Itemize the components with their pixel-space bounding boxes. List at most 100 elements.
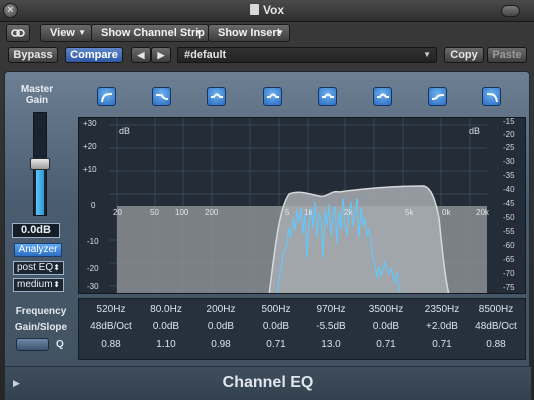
- band3-frequency-value[interactable]: 200Hz: [195, 304, 247, 315]
- q-couple-button[interactable]: [16, 338, 49, 351]
- band3-bell-button[interactable]: [207, 87, 226, 106]
- analyzer-mode-select[interactable]: post EQ ⬍: [13, 261, 64, 275]
- lowshelf-icon: [156, 94, 169, 100]
- band7-gain-slope-value[interactable]: +2.0dB: [416, 321, 468, 332]
- db-right-tick: -60: [503, 241, 515, 250]
- band1-frequency-value[interactable]: 520Hz: [85, 304, 137, 315]
- band7-frequency-value[interactable]: 2350Hz: [416, 304, 468, 315]
- bell-icon: [211, 93, 223, 98]
- band5-gain-slope-value[interactable]: -5.5dB: [305, 321, 357, 332]
- window-title-text: Vox: [262, 3, 285, 17]
- band1-gain-slope-value[interactable]: 48dB/Oct: [85, 321, 137, 332]
- db-left-tick: -20: [87, 264, 99, 273]
- band7-highshelf-button[interactable]: [428, 87, 447, 106]
- band8-q-value[interactable]: 0.88: [470, 339, 522, 350]
- db-left-tick: +10: [83, 165, 97, 174]
- band-parameters-table: 520Hz 48dB/Oct 0.88 80.0Hz 0.0dB 1.10 200Hz 0.0…: [78, 298, 526, 360]
- db-right-tick: -40: [503, 185, 515, 194]
- db-left-tick: +20: [83, 142, 97, 151]
- chevron-down-icon: ▼: [423, 50, 431, 59]
- bell-icon: [267, 93, 279, 98]
- next-preset-button[interactable]: ▶: [151, 47, 171, 63]
- band2-frequency-value[interactable]: 80.0Hz: [140, 304, 192, 315]
- band5-frequency-value[interactable]: 970Hz: [305, 304, 357, 315]
- band6-q-value[interactable]: 0.71: [360, 339, 412, 350]
- gain-slope-label: Gain/Slope: [14, 322, 68, 333]
- db-right-tick: -25: [503, 143, 515, 152]
- master-gain-label: Master Gain: [13, 84, 61, 106]
- preset-menu[interactable]: #default ▼: [177, 47, 437, 63]
- band2-gain-slope-value[interactable]: 0.0dB: [140, 321, 192, 332]
- db-right-tick: -20: [503, 130, 515, 139]
- band4-q-value[interactable]: 0.71: [250, 339, 302, 350]
- master-gain-value[interactable]: 0.0dB: [12, 223, 60, 238]
- toolbar-toggle-icon[interactable]: [501, 5, 520, 17]
- freq-tick: 1k: [304, 208, 313, 217]
- analyzer-mode-value: post EQ: [17, 262, 54, 273]
- plugin-footer: ▶ Channel EQ: [5, 366, 531, 400]
- chevron-down-icon: ▼: [78, 28, 86, 37]
- freq-tick: 0k: [442, 208, 451, 217]
- highcut-icon: [486, 93, 498, 103]
- band4-frequency-value[interactable]: 500Hz: [250, 304, 302, 315]
- band6-gain-slope-value[interactable]: 0.0dB: [360, 321, 412, 332]
- chevron-updown-icon: ⬍: [53, 263, 60, 272]
- q-label: Q: [56, 339, 64, 350]
- freq-tick: 2k: [344, 208, 353, 217]
- band6-bell-button[interactable]: [373, 87, 392, 106]
- document-icon: [249, 4, 259, 15]
- show-insert-label: Show Insert: [218, 27, 281, 39]
- band8-gain-slope-value[interactable]: 48dB/Oct: [470, 321, 522, 332]
- db-left-tick: -10: [87, 237, 99, 246]
- channel-eq-window: × Vox View ▼ Show Channel Strip ▼ Show Ins…: [0, 0, 534, 400]
- show-channel-strip-menu[interactable]: Show Channel Strip ▼: [91, 24, 209, 42]
- db-right-tick: -55: [503, 227, 515, 236]
- eq-graph: dB dB +30 +20 +10 0 -10 -20 -30 -15 -20 …: [83, 118, 515, 293]
- view-menu[interactable]: View ▼: [40, 24, 92, 42]
- show-insert-menu[interactable]: Show Insert ▼: [208, 24, 290, 42]
- band4-gain-slope-value[interactable]: 0.0dB: [250, 321, 302, 332]
- band3-gain-slope-value[interactable]: 0.0dB: [195, 321, 247, 332]
- freq-tick: 50: [150, 208, 159, 217]
- band8-frequency-value[interactable]: 8500Hz: [470, 304, 522, 315]
- band3-q-value[interactable]: 0.98: [195, 339, 247, 350]
- compare-button[interactable]: Compare: [65, 47, 123, 63]
- chevron-down-icon: ▼: [195, 28, 203, 37]
- analyzer-button[interactable]: Analyzer: [14, 243, 62, 257]
- db-right-tick: -30: [503, 157, 515, 166]
- band7-q-value[interactable]: 0.71: [416, 339, 468, 350]
- link-button[interactable]: [6, 24, 30, 42]
- db-right-tick: -65: [503, 255, 515, 264]
- window-title: Vox: [0, 3, 534, 17]
- master-gain-fader-handle[interactable]: [30, 158, 50, 170]
- band1-lowcut-button[interactable]: [97, 87, 116, 106]
- freq-tick: 5k: [405, 208, 414, 217]
- show-channel-strip-label: Show Channel Strip: [101, 27, 205, 39]
- master-gain-fader[interactable]: [30, 112, 50, 216]
- band8-highcut-button[interactable]: [482, 87, 501, 106]
- bypass-button[interactable]: Bypass: [8, 47, 58, 63]
- previous-preset-button[interactable]: ◀: [131, 47, 151, 63]
- band4-bell-button[interactable]: [263, 87, 282, 106]
- frequency-label: Frequency: [15, 306, 67, 317]
- master-gain-label-line2: Gain: [25, 95, 49, 106]
- band2-lowshelf-button[interactable]: [152, 87, 171, 106]
- band1-q-value[interactable]: 0.88: [85, 339, 137, 350]
- title-bar: × Vox: [0, 0, 534, 22]
- db-left-tick: 0: [91, 201, 96, 210]
- paste-button[interactable]: Paste: [487, 47, 527, 63]
- freq-tick: 200: [205, 208, 219, 217]
- db-left-tick: +30: [83, 119, 97, 128]
- view-menu-label: View: [50, 27, 75, 39]
- eq-graph-display[interactable]: dB dB +30 +20 +10 0 -10 -20 -30 -15 -20 …: [78, 117, 526, 294]
- analyzer-resolution-select[interactable]: medium ⬍: [13, 278, 64, 292]
- band5-q-value[interactable]: 13.0: [305, 339, 357, 350]
- copy-button[interactable]: Copy: [444, 47, 484, 63]
- db-scale-right-unit: dB: [469, 126, 480, 136]
- band6-frequency-value[interactable]: 3500Hz: [360, 304, 412, 315]
- db-right-tick: -35: [503, 171, 515, 180]
- band5-bell-button[interactable]: [318, 87, 337, 106]
- freq-tick: 5: [285, 208, 290, 217]
- band2-q-value[interactable]: 1.10: [140, 339, 192, 350]
- lowcut-icon: [101, 93, 113, 103]
